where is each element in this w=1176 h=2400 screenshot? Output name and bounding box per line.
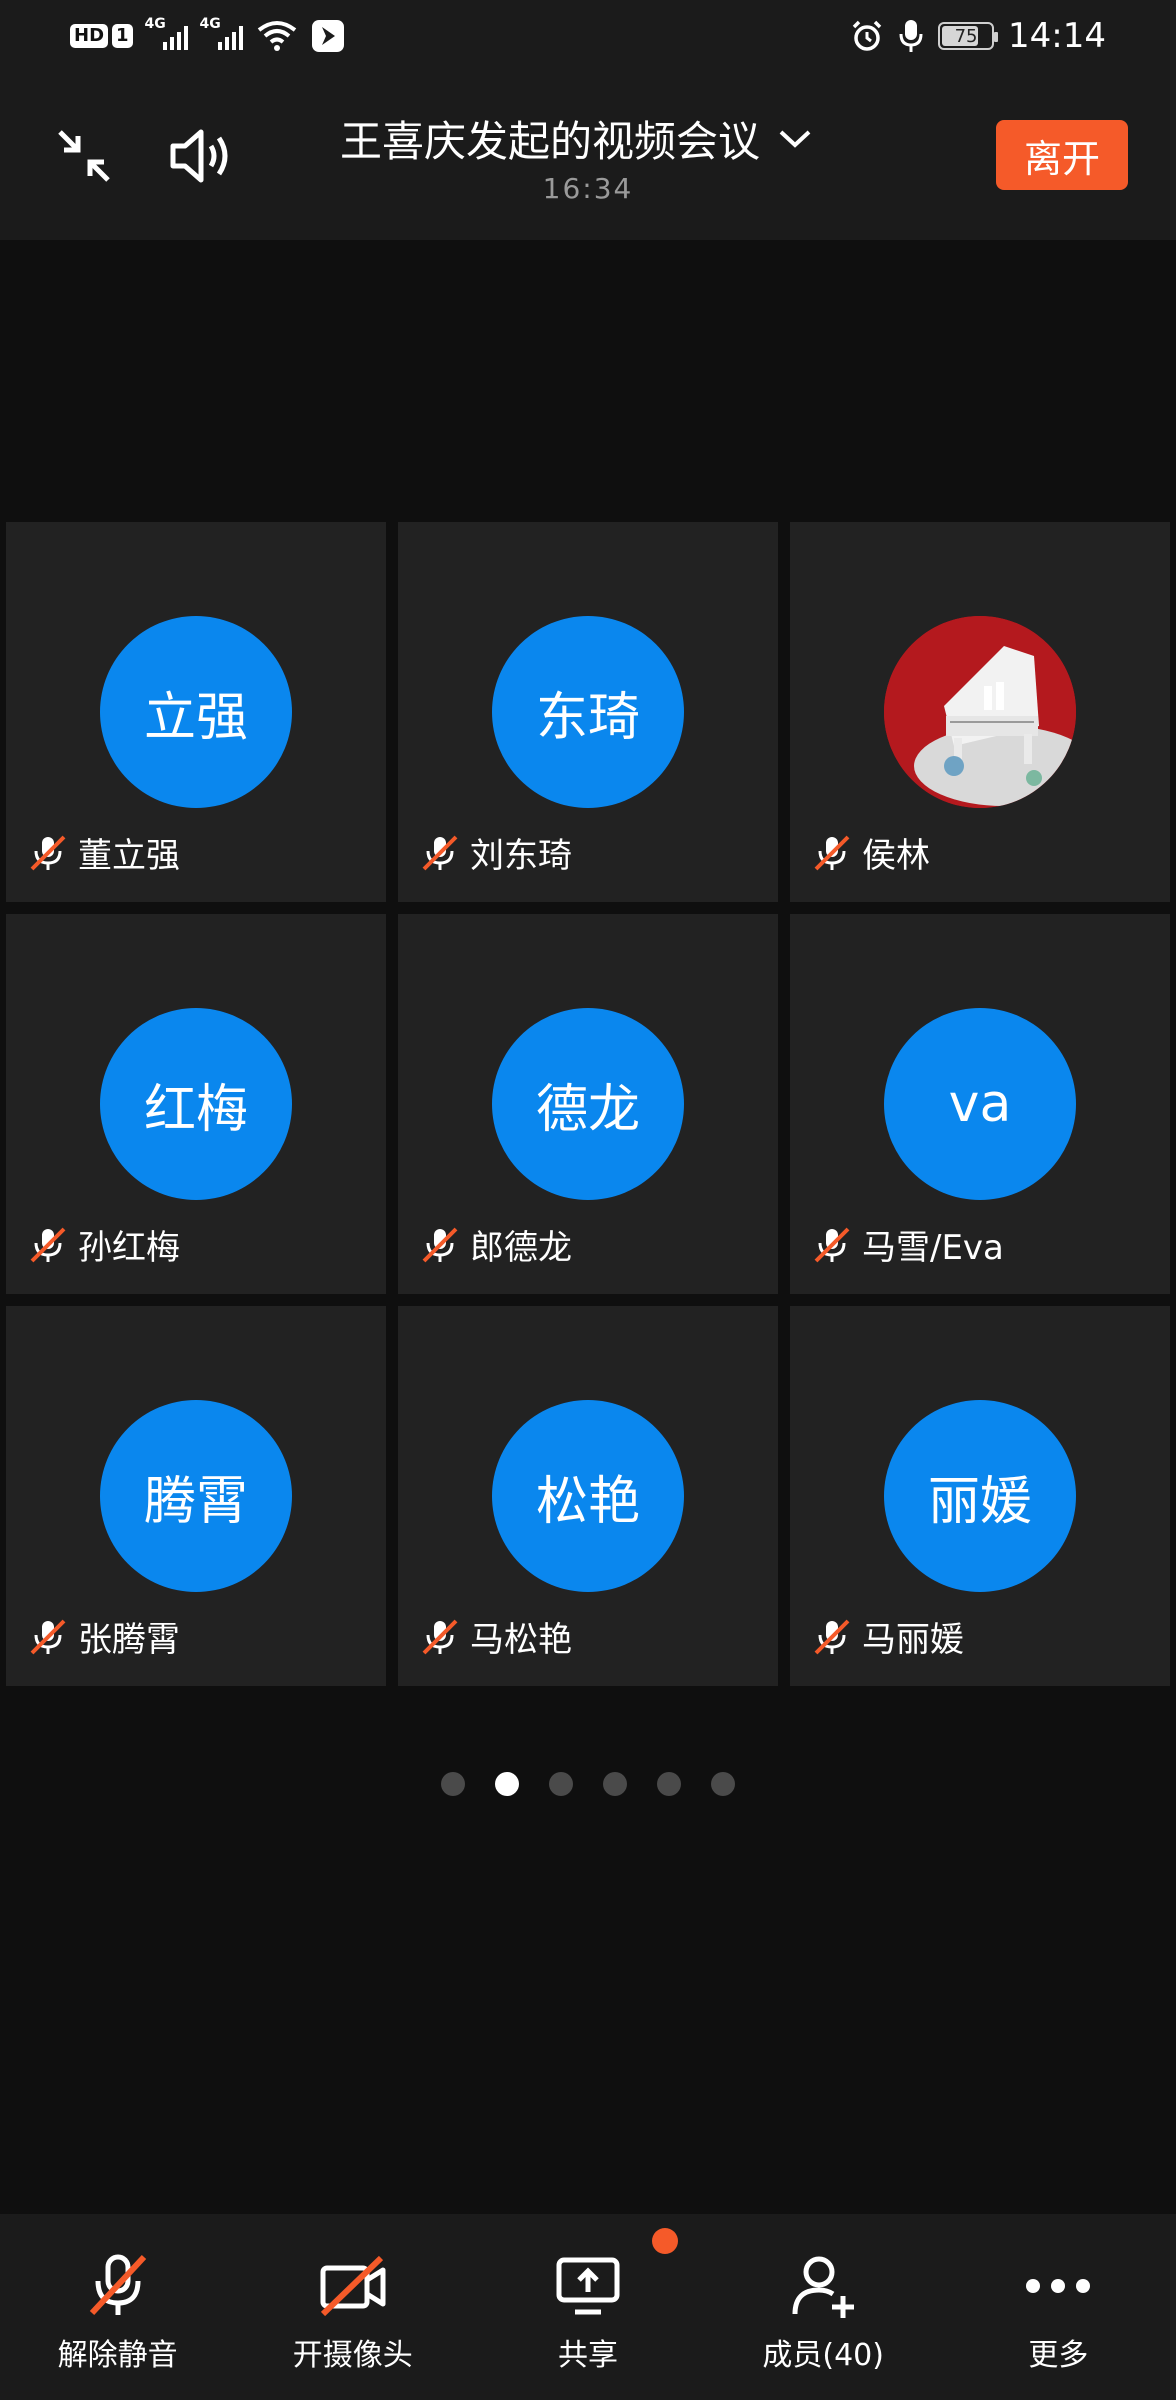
participant-label: 董立强: [28, 828, 180, 877]
meeting-title: 王喜庆发起的视频会议: [340, 117, 761, 166]
participant-tile[interactable]: 侯林: [790, 522, 1170, 902]
page-dot[interactable]: [603, 1772, 627, 1796]
sim-indicator: 1: [112, 24, 133, 48]
more-label: 更多: [1028, 2338, 1089, 2373]
status-bar: HD 1 4G 4G 75 14:14: [0, 0, 1176, 72]
avatar: 红梅: [100, 1008, 292, 1200]
alarm-icon: [850, 19, 884, 53]
chevron-down-icon: [779, 130, 811, 148]
participant-tile[interactable]: 松艳 马松艳: [398, 1306, 778, 1686]
members-button[interactable]: 成员(40): [706, 2214, 941, 2400]
signal-icon-1: 4G: [145, 16, 188, 50]
participant-label: 孙红梅: [28, 1220, 180, 1269]
participant-tile[interactable]: 腾霄 张腾霄: [6, 1306, 386, 1686]
network-type-1: 4G: [144, 16, 166, 32]
share-screen-icon: [556, 2257, 620, 2315]
battery-indicator: 75: [938, 22, 999, 50]
participant-label: 郎德龙: [420, 1220, 572, 1269]
avatar: 松艳: [492, 1400, 684, 1592]
participant-tile[interactable]: 丽媛 马丽媛: [790, 1306, 1170, 1686]
mic-off-icon: [89, 2254, 146, 2316]
avatar: va: [884, 1008, 1076, 1200]
share-button[interactable]: 共享: [470, 2214, 705, 2400]
page-dot[interactable]: [441, 1772, 465, 1796]
participant-name: 马松艳: [470, 1620, 572, 1660]
participant-label: 马雪/Eva: [812, 1220, 1004, 1269]
participant-tile[interactable]: va 马雪/Eva: [790, 914, 1170, 1294]
participant-name: 孙红梅: [78, 1228, 180, 1268]
hd-indicator: HD: [70, 24, 109, 48]
muted-mic-icon: [30, 1227, 66, 1262]
avatar: 立强: [100, 616, 292, 808]
participant-label: 马松艳: [420, 1612, 572, 1661]
participant-name: 董立强: [78, 836, 180, 876]
camera-button[interactable]: 开摄像头: [235, 2214, 470, 2400]
meeting-title-dropdown[interactable]: 王喜庆发起的视频会议: [340, 108, 812, 169]
leave-button[interactable]: 离开: [996, 120, 1128, 190]
participant-name: 张腾霄: [78, 1620, 180, 1660]
members-label: 成员(40): [762, 2338, 884, 2373]
more-icon: [1026, 2279, 1091, 2293]
muted-mic-icon: [422, 835, 458, 870]
page-dot[interactable]: [711, 1772, 735, 1796]
avatar-photo: [884, 616, 1076, 808]
participant-label: 刘东琦: [420, 828, 572, 877]
participant-tile[interactable]: 东琦 刘东琦: [398, 522, 778, 902]
unmute-button[interactable]: 解除静音: [0, 2214, 235, 2400]
signal-icon-2: 4G: [200, 16, 243, 50]
avatar: 德龙: [492, 1008, 684, 1200]
muted-mic-icon: [422, 1619, 458, 1654]
muted-mic-icon: [814, 1619, 850, 1654]
participant-tile[interactable]: 红梅 孙红梅: [6, 914, 386, 1294]
muted-mic-icon: [814, 835, 850, 870]
participant-label: 马丽媛: [812, 1612, 964, 1661]
page-dot-active[interactable]: [495, 1772, 519, 1796]
participant-name: 马丽媛: [862, 1620, 964, 1660]
avatar: 东琦: [492, 616, 684, 808]
participant-label: 侯林: [812, 828, 930, 877]
status-left: HD 1 4G 4G: [70, 16, 345, 53]
muted-mic-icon: [30, 835, 66, 870]
page-dot[interactable]: [549, 1772, 573, 1796]
bottom-toolbar: 解除静音 开摄像头 共享 成员(40) 更多: [0, 2214, 1176, 2400]
muted-mic-icon: [422, 1227, 458, 1262]
avatar: 腾霄: [100, 1400, 292, 1592]
share-label: 共享: [557, 2338, 618, 2373]
status-right: 75 14:14: [850, 16, 1106, 56]
participant-name: 侯林: [862, 836, 930, 876]
network-type-2: 4G: [199, 16, 221, 32]
page-indicator: [0, 1772, 1176, 1796]
muted-mic-icon: [814, 1227, 850, 1262]
microphone-icon: [898, 19, 924, 53]
status-time: 14:14: [1008, 16, 1106, 56]
add-member-icon: [792, 2256, 855, 2318]
participant-name: 马雪/Eva: [862, 1228, 1004, 1268]
battery-level: 75: [954, 25, 978, 47]
app-notification-icon: [311, 19, 345, 53]
muted-mic-icon: [30, 1619, 66, 1654]
more-button[interactable]: 更多: [941, 2214, 1176, 2400]
avatar: 丽媛: [884, 1400, 1076, 1592]
participant-tile[interactable]: 立强 董立强: [6, 522, 386, 902]
camera-label: 开摄像头: [292, 2338, 413, 2373]
share-notification-dot: [652, 2228, 679, 2254]
meeting-header: 王喜庆发起的视频会议 16:34 离开: [0, 72, 1176, 240]
unmute-label: 解除静音: [57, 2338, 178, 2373]
camera-off-icon: [320, 2255, 386, 2317]
participant-grid: 立强 董立强 东琦 刘东琦 侯林 红梅 孙红梅 德龙 郎德龙 va 马雪/Eva…: [6, 522, 1170, 1686]
wifi-icon: [257, 20, 297, 52]
participant-name: 刘东琦: [470, 836, 572, 876]
participant-label: 张腾霄: [28, 1612, 180, 1661]
participant-name: 郎德龙: [470, 1228, 572, 1268]
page-dot[interactable]: [657, 1772, 681, 1796]
meeting-screen: HD 1 4G 4G 75 14:14 王喜庆发起的视频会议 16:34 离开 …: [0, 0, 1176, 2400]
participant-tile[interactable]: 德龙 郎德龙: [398, 914, 778, 1294]
